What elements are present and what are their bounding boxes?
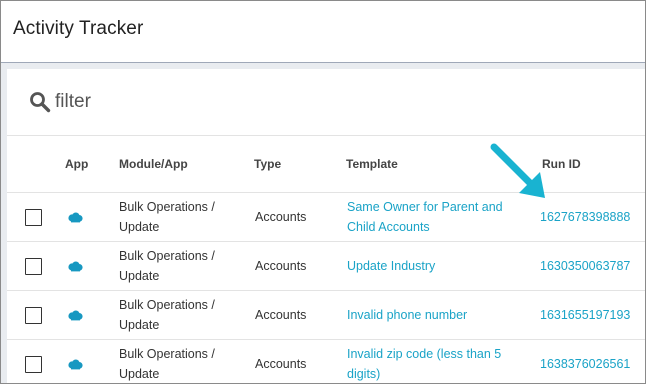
activity-tracker-window: Activity Tracker App Module/App Type Tem… — [0, 0, 646, 384]
type-cell: Accounts — [255, 210, 307, 224]
table-row: Bulk Operations / Update Accounts Invali… — [7, 340, 645, 383]
table-row: Bulk Operations / Update Accounts Update… — [7, 242, 645, 291]
module-cell: Bulk Operations / Update — [119, 197, 215, 237]
run-id-link[interactable]: 1638376026561 — [540, 354, 630, 374]
salesforce-cloud-icon — [68, 212, 83, 223]
row-checkbox[interactable] — [25, 356, 42, 373]
module-line: Bulk Operations / — [119, 347, 215, 361]
template-line: digits) — [347, 367, 381, 381]
template-line: Invalid zip code (less than 5 — [347, 347, 502, 361]
run-id-link[interactable]: 1630350063787 — [540, 256, 630, 276]
column-header-module-app[interactable]: Module/App — [119, 157, 188, 171]
module-line: Update — [119, 367, 160, 381]
search-icon — [30, 92, 51, 113]
module-line: Bulk Operations / — [119, 200, 215, 214]
search-input[interactable] — [55, 89, 455, 115]
module-line: Update — [119, 220, 160, 234]
column-header-app[interactable]: App — [65, 157, 88, 171]
module-cell: Bulk Operations / Update — [119, 344, 215, 383]
page-title: Activity Tracker — [13, 18, 144, 39]
row-checkbox[interactable] — [25, 209, 42, 226]
column-header-template[interactable]: Template — [346, 157, 398, 171]
template-link[interactable]: Same Owner for Parent and Child Accounts — [347, 197, 503, 237]
salesforce-cloud-icon — [68, 261, 83, 272]
row-checkbox[interactable] — [25, 307, 42, 324]
table-row: Bulk Operations / Update Accounts Invali… — [7, 291, 645, 340]
module-line: Update — [119, 269, 160, 283]
module-line: Bulk Operations / — [119, 249, 215, 263]
type-cell: Accounts — [255, 357, 307, 371]
template-link[interactable]: Invalid zip code (less than 5 digits) — [347, 344, 502, 383]
module-line: Update — [119, 318, 160, 332]
template-line: Invalid phone number — [347, 308, 468, 322]
row-checkbox[interactable] — [25, 258, 42, 275]
module-cell: Bulk Operations / Update — [119, 295, 215, 335]
module-cell: Bulk Operations / Update — [119, 246, 215, 286]
salesforce-cloud-icon — [68, 359, 83, 370]
annotation-arrow-icon — [490, 143, 545, 198]
run-id-link[interactable]: 1631655197193 — [540, 305, 630, 325]
template-link[interactable]: Update Industry — [347, 256, 435, 276]
template-line: Child Accounts — [347, 220, 430, 234]
template-line: Same Owner for Parent and — [347, 200, 503, 214]
content-area: App Module/App Type Template Run ID Bulk… — [1, 63, 645, 383]
type-cell: Accounts — [255, 259, 307, 273]
run-id-link[interactable]: 1627678398888 — [540, 207, 630, 227]
module-line: Bulk Operations / — [119, 298, 215, 312]
activity-table-panel: App Module/App Type Template Run ID Bulk… — [7, 69, 645, 383]
title-bar: Activity Tracker — [1, 1, 645, 63]
template-line: Update Industry — [347, 259, 436, 273]
template-link[interactable]: Invalid phone number — [347, 305, 467, 325]
search-bar — [7, 69, 645, 136]
type-cell: Accounts — [255, 308, 307, 322]
column-header-type[interactable]: Type — [254, 157, 281, 171]
salesforce-cloud-icon — [68, 310, 83, 321]
